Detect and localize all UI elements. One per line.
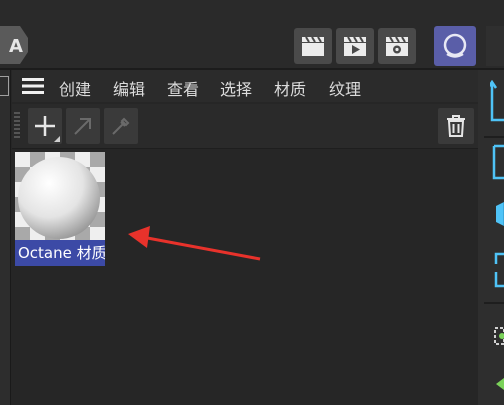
menu-item-select[interactable]: 选择 [220,76,252,100]
green-tool-icon[interactable] [494,376,504,396]
material-toolbar [12,104,478,149]
move-tool-icon[interactable] [490,80,504,124]
top-toolbar [0,0,504,68]
plus-icon [35,116,55,136]
left-panel [0,70,11,405]
render-play-button[interactable] [336,28,374,64]
render-settings-button[interactable] [378,28,416,64]
render-play-icon [344,36,366,56]
add-material-button[interactable] [28,108,62,144]
strip-divider-2 [484,302,504,304]
delete-button[interactable] [438,108,474,144]
trash-icon [447,115,465,137]
menu-item-view[interactable]: 查看 [167,76,199,100]
octane-button[interactable] [434,26,476,66]
menu-item-material[interactable]: 材质 [274,76,306,100]
octane-logo-icon [443,33,467,58]
letter-a-icon[interactable]: A [0,26,28,64]
panel-frame-icon [0,76,9,96]
eyedropper-icon [112,117,130,135]
toolbar-overflow [486,26,504,66]
menu-item-create[interactable]: 创建 [59,76,91,100]
menu-item-edit[interactable]: 编辑 [113,76,145,100]
group-tool-icon[interactable] [492,322,504,352]
cube-icon[interactable] [492,198,504,228]
frame-tool-icon[interactable] [492,144,504,180]
material-sphere-preview [18,157,100,239]
eyedropper-button[interactable] [104,108,138,144]
clapperboard-icon [302,36,324,56]
drag-handle[interactable] [14,112,20,140]
right-tool-strip [478,70,504,405]
hamburger-menu-icon[interactable] [22,78,44,98]
spline-tool-icon[interactable] [492,252,504,290]
material-thumbnail[interactable] [15,152,105,240]
arrow-diagonal-icon [74,118,91,135]
material-manager-menubar: 创建 编辑 查看 选择 材质 纹理 [12,70,478,102]
material-name-label[interactable]: Octane 材质 [15,240,105,266]
svg-text:A: A [9,36,23,57]
render-settings-icon [386,36,408,56]
link-button[interactable] [66,108,100,144]
render-view-button[interactable] [294,28,332,64]
menu-item-texture[interactable]: 纹理 [329,76,361,100]
annotation-arrow-icon [128,226,261,261]
strip-divider [484,136,504,138]
